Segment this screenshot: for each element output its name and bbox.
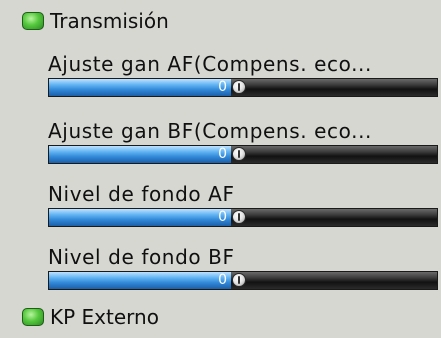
background-bf-slider[interactable]: 0	[48, 271, 438, 290]
setting-label: Ajuste gan BF(Compens. eco...	[48, 119, 373, 143]
background-af-slider[interactable]: 0	[48, 208, 438, 227]
section-kp-externo[interactable]: KP Externo	[22, 302, 159, 332]
status-led-icon	[22, 12, 44, 30]
slider-thumb-icon[interactable]	[232, 210, 246, 224]
gain-bf-slider[interactable]: 0	[48, 145, 438, 164]
slider-thumb-icon[interactable]	[232, 147, 246, 161]
gain-af-slider[interactable]: 0	[48, 78, 438, 97]
slider-thumb-icon[interactable]	[232, 273, 246, 287]
slider-value: 0	[218, 272, 227, 288]
setting-item-gain-bf: Ajuste gan BF(Compens. eco... 0	[48, 119, 438, 164]
slider-value: 0	[218, 146, 227, 162]
setting-item-gain-af: Ajuste gan AF(Compens. eco... 0	[48, 52, 438, 97]
slider-thumb-icon[interactable]	[232, 80, 246, 94]
slider-value: 0	[218, 209, 227, 225]
status-led-icon	[22, 308, 44, 326]
section-title: KP Externo	[50, 305, 159, 329]
section-transmision[interactable]: Transmisión	[22, 6, 169, 36]
section-title: Transmisión	[50, 9, 169, 33]
setting-item-background-bf: Nivel de fondo BF 0	[48, 245, 438, 290]
setting-item-background-af: Nivel de fondo AF 0	[48, 182, 438, 227]
settings-panel: Transmisión Ajuste gan AF(Compens. eco..…	[0, 0, 441, 338]
setting-label: Nivel de fondo AF	[48, 182, 235, 206]
slider-value: 0	[218, 79, 227, 95]
setting-label: Ajuste gan AF(Compens. eco...	[48, 52, 372, 76]
setting-label: Nivel de fondo BF	[48, 245, 235, 269]
